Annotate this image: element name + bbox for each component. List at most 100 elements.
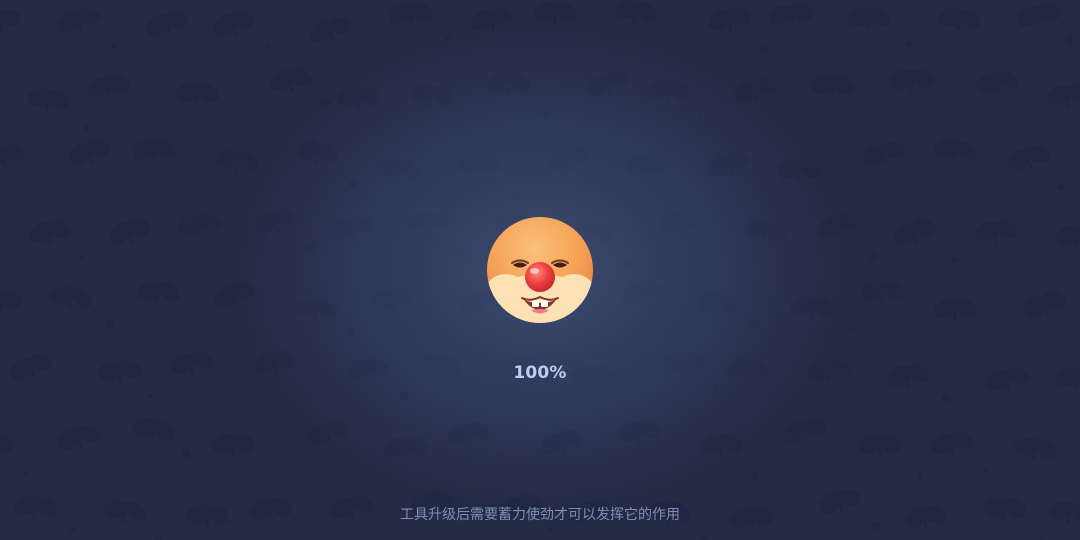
sprout-leaf-icon [170, 351, 213, 375]
sprout-leaf-icon [887, 364, 930, 388]
background-dot [745, 320, 755, 330]
background-dot [23, 471, 28, 477]
background-dot [181, 449, 191, 460]
sprout-leaf-icon [769, 3, 813, 27]
sprout-leaf-icon [933, 139, 977, 163]
sprout-leaf-icon [346, 358, 389, 382]
background-dot [951, 256, 958, 263]
sprout-leaf-icon [1013, 437, 1057, 461]
background-dot [456, 247, 462, 253]
background-dot [78, 254, 85, 261]
sprout-leaf-icon [646, 79, 690, 103]
sprout-leaf-icon [726, 358, 770, 381]
sprout-leaf-icon [28, 220, 72, 244]
background-dot [623, 260, 632, 269]
sprout-leaf-icon [861, 280, 905, 304]
sprout-leaf-icon [103, 500, 146, 524]
background-dot [349, 179, 358, 188]
background-dot [917, 473, 923, 479]
sprout-leaf-icon [893, 219, 936, 244]
sprout-leaf-icon [454, 146, 506, 181]
background-dot [600, 184, 606, 190]
sprout-leaf-icon [377, 158, 420, 182]
background-dot [759, 45, 768, 53]
sprout-leaf-icon [294, 298, 338, 322]
sprout-leaf-icon [175, 83, 219, 106]
sprout-leaf-icon [403, 205, 455, 239]
sprout-leaf-icon [0, 8, 22, 34]
sprout-leaf-icon [269, 68, 313, 93]
background-dot [495, 453, 502, 459]
background-dot [148, 394, 153, 399]
background-dot [70, 527, 77, 534]
sprout-leaf-icon [186, 504, 230, 527]
sprout-leaf-icon [976, 71, 1020, 95]
sprout-leaf-icon [136, 280, 180, 304]
sprout-leaf-icon [10, 354, 53, 380]
sprout-leaf-icon [807, 358, 851, 382]
sprout-leaf-icon [1008, 145, 1051, 170]
sprout-leaf-icon [651, 204, 704, 239]
background-dot [905, 40, 912, 47]
sprout-leaf-icon [858, 434, 902, 458]
background-dot [445, 36, 451, 42]
sprout-leaf-icon [384, 437, 428, 460]
sprout-leaf-icon [26, 88, 70, 112]
sprout-leaf-icon [0, 435, 14, 454]
sprout-leaf-icon [1017, 3, 1060, 28]
background-dot [700, 535, 708, 540]
sprout-leaf-icon [983, 496, 1027, 520]
sprout-leaf-icon [178, 213, 222, 237]
sprout-leaf-icon [409, 84, 452, 108]
sprout-leaf-icon [0, 290, 23, 315]
background-dot [320, 98, 331, 108]
background-dot [982, 466, 989, 473]
sprout-leaf-icon [815, 214, 858, 239]
sprout-leaf-icon [534, 2, 578, 25]
sprout-leaf-icon [337, 86, 381, 110]
sprout-leaf-icon [307, 419, 350, 445]
background-dot [542, 111, 548, 117]
sprout-leaf-icon [212, 434, 256, 457]
sprout-leaf-icon [98, 359, 142, 383]
background-dot [871, 520, 881, 530]
sprout-leaf-icon [933, 298, 977, 321]
sprout-leaf-icon [1048, 501, 1080, 525]
background-dot [868, 252, 877, 261]
hamster-face-icon [486, 216, 594, 324]
background-dot [750, 470, 759, 479]
loading-tip-text: 工具升级后需要蓄力使劲才可以发挥它的作用 [400, 507, 680, 523]
sprout-leaf-icon [1055, 367, 1080, 391]
sprout-leaf-icon [13, 495, 57, 519]
background-dot [713, 385, 719, 391]
sprout-leaf-icon [743, 220, 787, 244]
sprout-leaf-icon [109, 219, 151, 244]
background-dot [266, 45, 271, 50]
sprout-leaf-icon [699, 433, 743, 457]
sprout-leaf-icon [847, 7, 891, 31]
background-dot [515, 326, 520, 331]
sprout-leaf-icon [146, 10, 188, 36]
sprout-leaf-icon [1055, 225, 1080, 249]
sprout-leaf-icon [68, 139, 111, 165]
sprout-leaf-icon [938, 7, 981, 31]
sprout-leaf-icon [541, 429, 583, 455]
sprout-leaf-icon [255, 208, 298, 234]
background-dot [549, 527, 554, 532]
sprout-leaf-icon [0, 144, 25, 168]
sprout-leaf-icon [1046, 84, 1080, 108]
sprout-leaf-icon [708, 151, 751, 178]
sprout-leaf-icon [614, 0, 658, 24]
sprout-leaf-icon [811, 75, 855, 98]
sprout-leaf-icon [470, 7, 514, 31]
sprout-leaf-icon [696, 292, 740, 316]
sprout-leaf-icon [931, 431, 974, 456]
background-dot [1065, 35, 1075, 45]
sprout-leaf-icon [587, 70, 630, 97]
sprout-leaf-icon [213, 282, 256, 308]
background-dot [941, 393, 951, 404]
sprout-leaf-icon [329, 216, 372, 240]
background-dot [551, 392, 558, 399]
sprout-leaf-icon [863, 141, 906, 166]
background-dot [106, 319, 116, 329]
